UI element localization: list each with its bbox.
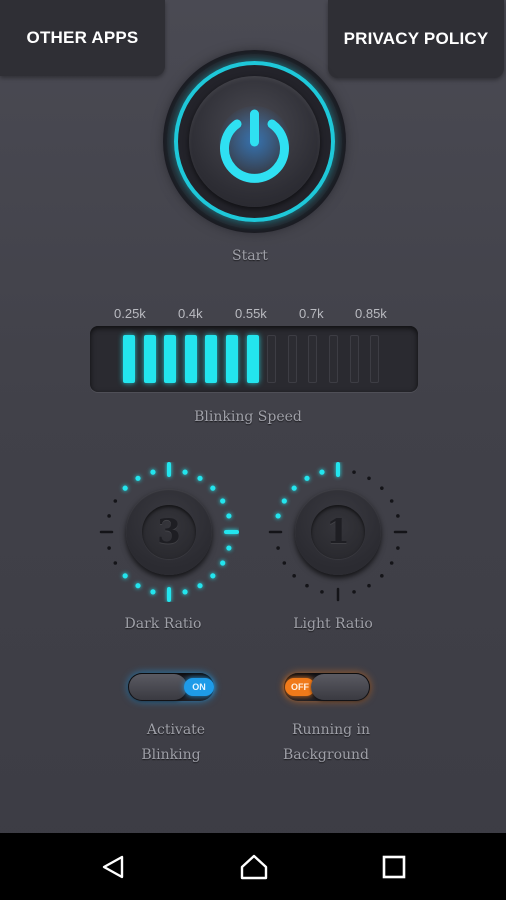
- back-triangle-icon: [102, 855, 124, 878]
- dial-mark: [135, 583, 141, 589]
- speed-bar: [287, 335, 297, 383]
- light-ratio-label: Light Ratio: [293, 616, 373, 632]
- speed-tick-label: 0.85k: [355, 306, 387, 321]
- dial-mark: [367, 583, 371, 588]
- home-icon: [240, 854, 268, 879]
- dial-mark: [275, 513, 281, 519]
- dial-mark: [197, 583, 203, 589]
- dial-mark: [380, 574, 384, 578]
- dial-mark: [291, 485, 297, 491]
- start-power-button[interactable]: [167, 54, 342, 229]
- light-ratio-value: 1: [311, 505, 365, 559]
- start-label: Start: [232, 248, 268, 264]
- recents-square-icon: [382, 855, 406, 878]
- dial-mark: [107, 514, 111, 518]
- toggle-knob: [129, 674, 187, 700]
- dial-mark: [352, 590, 356, 594]
- dark-ratio-dial[interactable]: 3: [99, 462, 239, 602]
- dial-mark: [276, 546, 280, 550]
- dial-mark: [150, 589, 156, 595]
- dial-mark: [182, 589, 188, 595]
- other-apps-button[interactable]: OTHER APPS: [0, 0, 165, 76]
- dial-mark: [319, 469, 325, 475]
- power-button-face: [189, 76, 320, 207]
- toggle-knob: [311, 674, 369, 700]
- speed-bar: [226, 335, 238, 383]
- dial-mark: [389, 499, 394, 503]
- dial-mark: [380, 486, 384, 490]
- other-apps-label: OTHER APPS: [26, 28, 139, 47]
- dial-mark: [220, 498, 226, 504]
- toggle-state-on: ON: [184, 678, 214, 696]
- light-ratio-knob: 1: [295, 489, 381, 575]
- dial-mark: [292, 574, 296, 578]
- running-background-toggle[interactable]: OFF: [284, 673, 370, 701]
- speed-bar: [143, 335, 156, 383]
- speed-bar: [164, 335, 177, 383]
- dial-mark: [150, 469, 156, 475]
- dial-mark: [320, 590, 324, 594]
- dial-mark: [197, 475, 203, 481]
- android-nav-bar: [0, 833, 506, 900]
- dial-mark: [122, 485, 128, 491]
- dial-mark: [396, 546, 400, 550]
- activate-label-line1: Activate: [146, 722, 206, 738]
- dial-mark: [389, 561, 394, 565]
- dial-mark: [220, 560, 226, 566]
- speed-bar: [349, 335, 359, 383]
- speed-tick-label: 0.25k: [114, 306, 146, 321]
- privacy-policy-label: PRIVACY POLICY: [343, 29, 489, 48]
- dial-mark: [282, 561, 287, 565]
- activate-blinking-toggle[interactable]: ON: [128, 673, 214, 701]
- speed-bar: [370, 335, 380, 383]
- dial-mark: [396, 514, 400, 518]
- home-button[interactable]: [224, 833, 284, 900]
- dial-mark: [107, 546, 111, 550]
- dial-mark: [182, 469, 188, 475]
- dial-mark: [210, 573, 216, 579]
- background-label-line1: Running in: [292, 722, 370, 738]
- background-label-line2: Background: [282, 747, 370, 763]
- dial-mark: [281, 498, 287, 504]
- dark-ratio-value: 3: [142, 505, 196, 559]
- dial-mark: [210, 485, 216, 491]
- dial-mark: [122, 573, 128, 579]
- speed-bar: [246, 335, 259, 383]
- back-button[interactable]: [83, 833, 143, 900]
- dark-ratio-label: Dark Ratio: [124, 616, 202, 632]
- speed-tick-label: 0.55k: [235, 306, 267, 321]
- dial-mark: [304, 475, 310, 481]
- dial-mark: [352, 470, 356, 474]
- light-ratio-dial[interactable]: 1: [268, 462, 408, 602]
- dial-mark: [113, 561, 118, 565]
- recents-button[interactable]: [364, 833, 424, 900]
- activate-label-line2: Blinking: [141, 747, 201, 763]
- speed-tick-label: 0.4k: [178, 306, 203, 321]
- blinking-speed-label: Blinking Speed: [194, 409, 302, 425]
- dial-mark: [226, 545, 232, 551]
- power-icon: [220, 109, 289, 183]
- speed-bar: [329, 335, 338, 383]
- dial-mark: [135, 475, 141, 481]
- dial-mark: [226, 513, 232, 519]
- speed-bar: [308, 335, 318, 383]
- dial-mark: [305, 583, 309, 588]
- blinking-speed-slider[interactable]: [90, 326, 418, 392]
- speed-bar: [205, 335, 218, 383]
- dark-ratio-knob: 3: [126, 489, 212, 575]
- dial-mark: [367, 476, 371, 481]
- speed-bar: [184, 335, 197, 383]
- privacy-policy-button[interactable]: PRIVACY POLICY: [328, 0, 504, 78]
- speed-bar: [267, 335, 277, 383]
- speed-bar: [123, 335, 135, 383]
- dial-mark: [113, 499, 118, 503]
- speed-tick-label: 0.7k: [299, 306, 324, 321]
